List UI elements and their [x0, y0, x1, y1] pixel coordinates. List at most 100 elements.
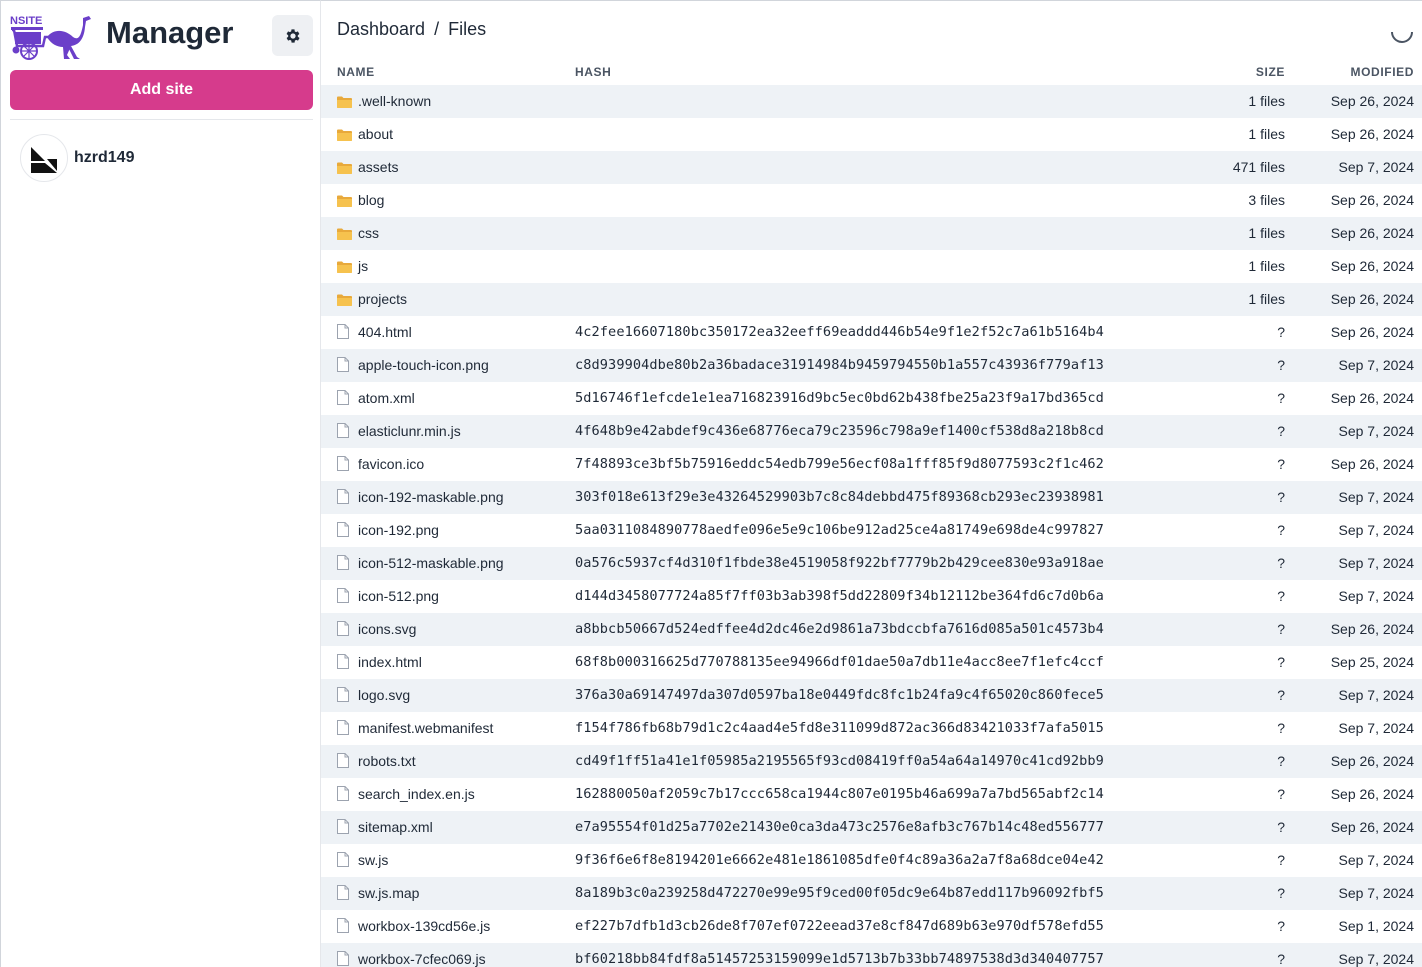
- row-name: apple-touch-icon.png: [358, 357, 489, 373]
- sidebar-divider: [10, 119, 313, 120]
- file-row[interactable]: sitemap.xml e7a95554f01d25a7702e21430e0ca…: [321, 811, 1422, 844]
- row-name: index.html: [358, 654, 422, 670]
- breadcrumb-dashboard-link[interactable]: Dashboard: [337, 19, 425, 40]
- column-header-modified[interactable]: MODIFIED: [1351, 65, 1414, 79]
- file-row[interactable]: sw.js.map 8a189b3c0a239258d472270e99e95f9…: [321, 877, 1422, 910]
- row-modified: Sep 26, 2024: [1330, 291, 1414, 307]
- row-modified: Sep 7, 2024: [1338, 357, 1414, 373]
- file-icon: [337, 950, 355, 967]
- row-size: ?: [1277, 687, 1285, 703]
- row-size: ?: [1277, 522, 1285, 538]
- file-row[interactable]: workbox-139cd56e.js ef227b7dfb1d3cb26de8f…: [321, 910, 1422, 943]
- column-header-name[interactable]: NAME: [337, 65, 375, 79]
- file-row[interactable]: 404.html 4c2fee16607180bc350172ea32eeff69…: [321, 316, 1422, 349]
- file-icon: [337, 686, 355, 704]
- row-name: search_index.en.js: [358, 786, 475, 802]
- folder-row[interactable]: js 1 files Sep 26, 2024: [321, 250, 1422, 283]
- row-name: sw.js.map: [358, 885, 420, 901]
- row-size: ?: [1277, 423, 1285, 439]
- row-modified: Sep 26, 2024: [1330, 324, 1414, 340]
- row-modified: Sep 7, 2024: [1338, 720, 1414, 736]
- row-hash: 4f648b9e42abdef9c436e68776eca79c23596c79…: [575, 423, 1104, 439]
- row-size: ?: [1277, 621, 1285, 637]
- row-name: .well-known: [358, 93, 432, 109]
- file-icon: [337, 356, 355, 374]
- site-item[interactable]: hzrd149: [10, 129, 313, 187]
- row-size: ?: [1277, 555, 1285, 571]
- file-row[interactable]: index.html 68f8b000316625d770788135ee9496…: [321, 646, 1422, 679]
- folder-row[interactable]: .well-known 1 files Sep 26, 2024: [321, 85, 1422, 118]
- row-name: manifest.webmanifest: [358, 720, 494, 736]
- file-row[interactable]: sw.js 9f36f6e6f8e8194201e6662e481e1861085…: [321, 844, 1422, 877]
- row-hash: cd49f1ff51a41e1f05985a2195565f93cd08419f…: [575, 753, 1104, 769]
- file-row[interactable]: robots.txt cd49f1ff51a41e1f05985a2195565f…: [321, 745, 1422, 778]
- file-row[interactable]: search_index.en.js 162880050af2059c7b17cc…: [321, 778, 1422, 811]
- row-hash: e7a95554f01d25a7702e21430e0ca3da473c2576…: [575, 819, 1104, 835]
- folder-icon: [337, 290, 355, 308]
- row-hash: 7f48893ce3bf5b75916eddc54edb799e56ecf08a…: [575, 456, 1104, 472]
- main-panel: Dashboard / Files NAME HASH SIZE MODIFIE…: [321, 0, 1422, 967]
- row-size: ?: [1277, 819, 1285, 835]
- row-hash: d144d3458077724a85f7ff03b3ab398f5dd22809…: [575, 588, 1104, 604]
- file-icon: [337, 851, 355, 869]
- row-modified: Sep 26, 2024: [1330, 93, 1414, 109]
- row-name: icon-192.png: [358, 522, 439, 538]
- row-modified: Sep 7, 2024: [1338, 687, 1414, 703]
- file-row[interactable]: icon-192.png 5aa0311084890778aedfe096e5e9…: [321, 514, 1422, 547]
- row-modified: Sep 7, 2024: [1338, 852, 1414, 868]
- row-size: ?: [1277, 885, 1285, 901]
- row-modified: Sep 1, 2024: [1338, 918, 1414, 934]
- site-avatar-icon: [31, 147, 57, 173]
- folder-row[interactable]: assets 471 files Sep 7, 2024: [321, 151, 1422, 184]
- file-row[interactable]: manifest.webmanifest f154f786fb68b79d1c2c…: [321, 712, 1422, 745]
- row-size: 1 files: [1248, 93, 1285, 109]
- row-hash: 5d16746f1efcde1e1ea716823916d9bc5ec0bd62…: [575, 390, 1104, 406]
- file-row[interactable]: favicon.ico 7f48893ce3bf5b75916eddc54edb7…: [321, 448, 1422, 481]
- folder-row[interactable]: projects 1 files Sep 26, 2024: [321, 283, 1422, 316]
- breadcrumb-separator: /: [434, 19, 440, 39]
- row-size: 1 files: [1248, 258, 1285, 274]
- row-modified: Sep 7, 2024: [1338, 885, 1414, 901]
- file-icon: [337, 752, 355, 770]
- folder-row[interactable]: css 1 files Sep 26, 2024: [321, 217, 1422, 250]
- row-size: ?: [1277, 951, 1285, 967]
- add-site-button[interactable]: Add site: [10, 70, 313, 110]
- row-size: ?: [1277, 390, 1285, 406]
- breadcrumb: Dashboard / Files: [337, 19, 486, 40]
- row-hash: ef227b7dfb1d3cb26de8f707ef0722eead37e8cf…: [575, 918, 1104, 934]
- row-modified: Sep 26, 2024: [1330, 456, 1414, 472]
- sidebar: NSITE Manager Add site hzrd149: [0, 0, 321, 967]
- file-row[interactable]: apple-touch-icon.png c8d939904dbe80b2a36b…: [321, 349, 1422, 382]
- row-modified: Sep 7, 2024: [1338, 159, 1414, 175]
- row-size: ?: [1277, 324, 1285, 340]
- file-row[interactable]: logo.svg 376a30a69147497da307d0597ba18e04…: [321, 679, 1422, 712]
- site-name: hzrd149: [74, 149, 135, 166]
- row-name: 404.html: [358, 324, 412, 340]
- file-row[interactable]: icon-512.png d144d3458077724a85f7ff03b3ab…: [321, 580, 1422, 613]
- column-header-size[interactable]: SIZE: [1256, 65, 1285, 79]
- file-row[interactable]: elasticlunr.min.js 4f648b9e42abdef9c436e6…: [321, 415, 1422, 448]
- row-modified: Sep 25, 2024: [1330, 654, 1414, 670]
- row-modified: Sep 26, 2024: [1330, 225, 1414, 241]
- row-hash: f154f786fb68b79d1c2c4aad4e5fd8e311099d87…: [575, 720, 1104, 736]
- folder-row[interactable]: blog 3 files Sep 26, 2024: [321, 184, 1422, 217]
- file-row[interactable]: icon-192-maskable.png 303f018e613f29e3e43…: [321, 481, 1422, 514]
- row-modified: Sep 7, 2024: [1338, 489, 1414, 505]
- file-icon: [337, 917, 355, 935]
- row-hash: 68f8b000316625d770788135ee94966df01dae50…: [575, 654, 1104, 670]
- file-row[interactable]: icons.svg a8bbcb50667d524edffee4d2dc46e2d…: [321, 613, 1422, 646]
- folder-row[interactable]: about 1 files Sep 26, 2024: [321, 118, 1422, 151]
- file-icon: [337, 455, 355, 473]
- column-header-hash[interactable]: HASH: [575, 65, 611, 79]
- file-icon: [337, 785, 355, 803]
- settings-button[interactable]: [272, 15, 313, 56]
- file-row[interactable]: icon-512-maskable.png 0a576c5937cf4d310f1…: [321, 547, 1422, 580]
- file-row[interactable]: atom.xml 5d16746f1efcde1e1ea716823916d9bc…: [321, 382, 1422, 415]
- row-size: ?: [1277, 753, 1285, 769]
- row-modified: Sep 26, 2024: [1330, 786, 1414, 802]
- nsite-logo[interactable]: NSITE: [9, 13, 93, 61]
- row-size: ?: [1277, 357, 1285, 373]
- row-modified: Sep 26, 2024: [1330, 192, 1414, 208]
- file-row[interactable]: workbox-7cfec069.js bf60218bb84fdf8a51457…: [321, 943, 1422, 967]
- row-size: 1 files: [1248, 291, 1285, 307]
